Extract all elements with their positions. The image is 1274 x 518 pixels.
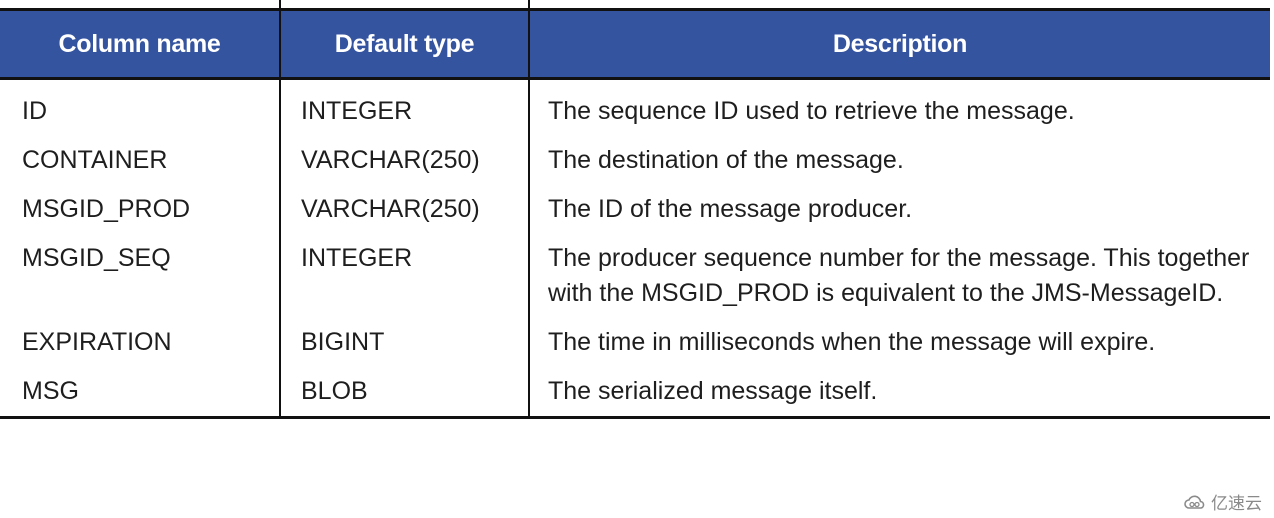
- table-row: MSGID_SEQ INTEGER The producer sequence …: [0, 227, 1270, 311]
- header-default-type: Default type: [280, 8, 530, 80]
- cell-description: The producer sequence number for the mes…: [548, 244, 1250, 307]
- cell-description: The time in milliseconds when the messag…: [548, 328, 1156, 356]
- header-description: Description: [529, 8, 1270, 80]
- table-row: EXPIRATION BIGINT The time in millisecon…: [0, 311, 1270, 360]
- table-row: CONTAINER VARCHAR(250) The destination o…: [0, 129, 1270, 178]
- cell-column-name: EXPIRATION: [0, 311, 281, 360]
- watermark: 亿速云: [1183, 489, 1262, 514]
- table-row: ID INTEGER The sequence ID used to retri…: [0, 78, 1270, 129]
- watermark-text: 亿速云: [1211, 494, 1262, 513]
- table-header-row: Column name Default type Description: [0, 8, 1270, 80]
- cell-column-name: CONTAINER: [0, 129, 281, 178]
- cell-default-type: BIGINT: [280, 311, 530, 360]
- cell-column-name: ID: [0, 78, 281, 129]
- cell-column-name: MSG: [0, 360, 281, 419]
- cell-column-name: MSGID_PROD: [0, 178, 281, 227]
- cell-default-type: VARCHAR(250): [280, 129, 530, 178]
- column-divider-top: [279, 0, 281, 8]
- table-row: MSGID_PROD VARCHAR(250) The ID of the me…: [0, 178, 1270, 227]
- cell-description: The destination of the message.: [548, 146, 904, 174]
- cell-description: The ID of the message producer.: [548, 195, 913, 223]
- table-row: MSG BLOB The serialized message itself.: [0, 360, 1270, 419]
- cell-default-type: VARCHAR(250): [280, 178, 530, 227]
- cell-default-type: INTEGER: [280, 227, 530, 311]
- cloud-logo-icon: [1184, 495, 1205, 509]
- cell-description: The serialized message itself.: [529, 360, 1270, 419]
- cell-column-name: MSGID_SEQ: [0, 227, 281, 311]
- header-column-name: Column name: [0, 8, 281, 80]
- cell-description: The sequence ID used to retrieve the mes…: [548, 97, 1075, 125]
- message-store-columns-table: Column name Default type Description ID …: [0, 8, 1270, 419]
- column-divider-top: [528, 0, 530, 8]
- cell-default-type: BLOB: [280, 360, 530, 419]
- cell-default-type: INTEGER: [280, 78, 530, 129]
